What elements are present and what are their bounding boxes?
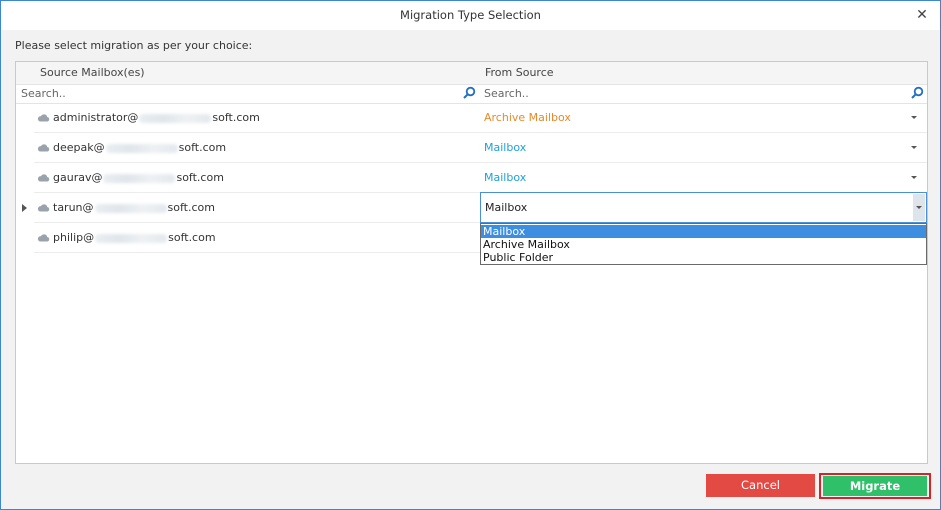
mailbox-user: philip@ [53,231,95,244]
instruction-text: Please select migration as per your choi… [15,39,253,52]
title-bar: Migration Type Selection ✕ [1,1,940,30]
from-source-search-input[interactable]: Search.. [481,85,926,103]
chevron-down-icon[interactable] [911,176,917,179]
column-header-from-source[interactable]: From Source [480,62,927,84]
mailbox-domain-suffix: soft.com [168,231,216,244]
migration-type-select[interactable]: Mailbox [480,192,927,223]
mailbox-user: gaurav@ [53,171,103,184]
source-mailbox-search-input[interactable]: Search.. [18,85,478,103]
mailbox-domain-suffix: soft.com [176,171,224,184]
cloud-icon [37,174,50,182]
migration-type-cell[interactable]: Archive Mailbox [480,103,927,133]
mailbox-address: tarun@ soft.com [53,201,215,214]
mailbox-user: deepak@ [53,141,105,154]
cloud-icon [37,144,50,152]
select-current-value: Mailbox [485,201,528,214]
dropdown-button[interactable] [913,194,925,221]
search-icon[interactable] [910,86,924,100]
mailbox-address: gaurav@ soft.com [53,171,224,184]
cloud-icon [37,114,50,122]
redacted-domain [105,143,178,153]
search-icon[interactable] [462,86,476,100]
migration-type-value: Archive Mailbox [484,111,571,124]
mailbox-domain-suffix: soft.com [212,111,260,124]
option-archive-mailbox[interactable]: Archive Mailbox [481,238,926,251]
close-icon[interactable]: ✕ [914,7,930,23]
redacted-domain [94,203,167,213]
mailbox-address: philip@ soft.com [53,231,216,244]
migration-type-cell[interactable]: Mailbox [480,133,927,163]
dialog-title: Migration Type Selection [400,8,541,22]
mailbox-address: administrator@ soft.com [53,111,260,124]
option-public-folder[interactable]: Public Folder [481,251,926,264]
migration-type-cell[interactable]: Mailbox [480,163,927,193]
table-row[interactable]: deepak@ soft.com Mailbox [16,133,927,163]
chevron-down-icon [916,206,922,209]
chevron-down-icon[interactable] [911,116,917,119]
migrate-button[interactable]: Migrate [823,476,927,496]
column-header-source-mailbox[interactable]: Source Mailbox(es) [16,62,480,84]
migration-type-value: Mailbox [484,171,527,184]
migration-type-options-list: Mailbox Archive Mailbox Public Folder [480,223,927,265]
redacted-domain [103,173,176,183]
redacted-domain [139,113,212,123]
mailbox-domain-suffix: soft.com [167,201,215,214]
table-row[interactable]: gaurav@ soft.com Mailbox [16,163,927,193]
mailbox-user: tarun@ [53,201,94,214]
search-placeholder: Search.. [21,87,66,100]
option-mailbox[interactable]: Mailbox [481,225,926,238]
redacted-domain [95,233,168,243]
search-placeholder: Search.. [484,87,529,100]
cancel-button[interactable]: Cancel [706,474,815,497]
migration-type-value: Mailbox [484,141,527,154]
chevron-down-icon[interactable] [911,146,917,149]
mailbox-grid: Source Mailbox(es) From Source Search.. … [15,61,928,464]
mailbox-address: deepak@ soft.com [53,141,226,154]
table-row[interactable]: administrator@ soft.com Archive Mailbox [16,103,927,133]
cloud-icon [37,204,50,212]
migrate-button-highlight: Migrate [819,473,931,499]
row-indicator-icon [22,204,27,212]
mailbox-user: administrator@ [53,111,139,124]
mailbox-domain-suffix: soft.com [178,141,227,154]
migration-type-dialog: Migration Type Selection ✕ Please select… [0,0,941,510]
cloud-icon [37,234,50,242]
